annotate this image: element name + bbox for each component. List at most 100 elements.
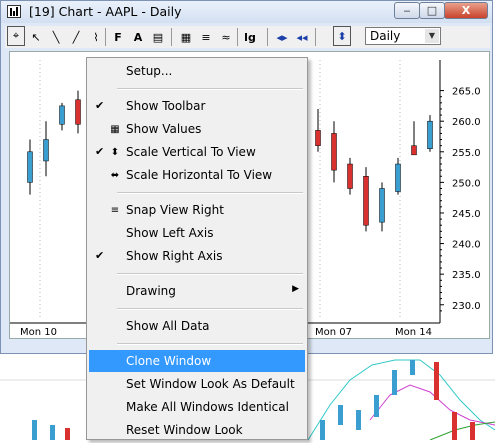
minimize-button[interactable]: ‒	[394, 2, 420, 19]
menu-item-make-all-windows-identical[interactable]: Make All Windows Identical	[89, 396, 305, 418]
checkmark-icon: ✔	[95, 99, 105, 112]
maximize-button[interactable]: □	[419, 2, 445, 19]
candle-body	[43, 139, 49, 162]
snap-right-icon: ≡	[110, 204, 120, 216]
menu-separator	[117, 88, 303, 90]
title-bar[interactable]: [19] Chart - AAPL - Daily ‒ □ X	[1, 1, 492, 23]
chart-toolbar: ⌖ ↖ ╲ ╱ ⌇ F A ▤ ▦ ≡ ≈ lg ◂▸ ◂◂ ⬍ Daily ▼	[5, 26, 490, 48]
minimize-icon: ‒	[403, 4, 411, 17]
bg-candle	[410, 360, 415, 375]
menu-item-clone-window[interactable]: Clone Window	[89, 350, 305, 372]
menu-item-label: Set Window Look As Default	[126, 377, 295, 391]
text-tool-icon[interactable]: A	[129, 28, 147, 46]
scale-horizontal-icon: ⬌	[110, 169, 120, 181]
menu-item-label: Show Left Axis	[126, 226, 214, 240]
y-tick-label: 230.0	[452, 301, 481, 312]
menu-item-label: Reset Window Look	[126, 423, 243, 437]
menu-item-setup[interactable]: Setup...	[89, 60, 305, 82]
menu-item-label: Snap View Right	[126, 203, 224, 217]
bg-candle	[374, 395, 379, 417]
fibonacci-icon[interactable]: F	[109, 28, 127, 46]
menu-item-drawing[interactable]: Drawing ▶	[89, 280, 305, 302]
menu-item-set-window-look-as-default[interactable]: Set Window Look As Default	[89, 373, 305, 395]
toolbar-separator	[171, 28, 172, 46]
menu-separator	[117, 192, 303, 194]
menu-item-scale-vertical-to-view[interactable]: ✔ ⬍ Scale Vertical To View	[89, 141, 305, 163]
y-tick-label: 245.0	[452, 209, 481, 220]
menu-item-snap-view-right[interactable]: ≡ Snap View Right	[89, 199, 305, 221]
candle-body	[363, 176, 369, 226]
bg-candle	[434, 362, 439, 400]
scale-vertical-icon: ⬍	[110, 146, 120, 158]
menu-item-label: Scale Horizontal To View	[126, 168, 273, 182]
menu-item-scale-horizontal-to-view[interactable]: ⬌ Scale Horizontal To View	[89, 164, 305, 186]
menu-item-label: Setup...	[126, 64, 173, 78]
checkmark-icon: ✔	[95, 249, 105, 262]
checkmark-icon: ✔	[95, 145, 105, 158]
toolbar-separator	[267, 28, 268, 46]
bg-ma-line-magenta	[369, 384, 495, 426]
context-menu: Setup... ✔ Show Toolbar ▦ Show Values ✔ ⬍ Scale…	[86, 57, 308, 440]
menu-item-show-right-axis[interactable]: ✔ Show Right Axis	[89, 245, 305, 267]
candle-body	[347, 163, 353, 189]
values-table-icon[interactable]: ▦	[177, 28, 195, 46]
toolbar-separator	[237, 28, 238, 46]
y-tick-label: 235.0	[452, 270, 481, 281]
bg-candle	[50, 425, 55, 440]
y-tick-label: 240.0	[452, 240, 481, 251]
scroll-end-icon[interactable]: ◂◂	[293, 28, 311, 46]
chevron-down-icon[interactable]: ▼	[425, 29, 439, 43]
toolbar-separator	[315, 28, 316, 46]
bg-candle	[320, 420, 325, 440]
x-label-mon07: Mon 07	[315, 327, 352, 338]
menu-item-label: Scale Vertical To View	[126, 145, 256, 159]
menu-item-label: Show Toolbar	[126, 99, 206, 113]
toolbar-separator	[105, 28, 106, 46]
bg-candle	[356, 410, 361, 430]
menu-item-reset-window-look[interactable]: Reset Window Look	[89, 419, 305, 441]
menu-item-show-left-axis[interactable]: Show Left Axis	[89, 222, 305, 244]
note-icon[interactable]: ▤	[149, 28, 167, 46]
menu-item-label: Show Values	[126, 122, 202, 136]
y-tick-label: 260.0	[452, 117, 481, 128]
submenu-arrow-icon: ▶	[292, 284, 299, 294]
close-button[interactable]: X	[444, 2, 488, 19]
interval-value: Daily	[370, 29, 401, 43]
bg-ma-line-cyan	[307, 359, 495, 441]
values-icon: ▦	[110, 123, 120, 135]
bg-candle	[452, 412, 457, 440]
candle-body	[427, 120, 433, 149]
menu-item-show-toolbar[interactable]: ✔ Show Toolbar	[89, 95, 305, 117]
bg-candle	[65, 428, 70, 440]
menu-item-show-all-data[interactable]: Show All Data	[89, 315, 305, 337]
chart-type-icon[interactable]: ≈	[217, 28, 235, 46]
y-tick-label: 250.0	[452, 178, 481, 189]
menu-item-label: Clone Window	[126, 354, 212, 368]
interval-select[interactable]: Daily ▼	[365, 27, 441, 45]
candle-body	[59, 105, 65, 125]
log-scale-icon[interactable]: lg	[241, 28, 259, 46]
y-tick-label: 265.0	[452, 87, 481, 98]
trend-tool-icon[interactable]: ╱	[67, 28, 85, 46]
snap-icon[interactable]: ≡	[197, 28, 215, 46]
candle-body	[315, 130, 321, 146]
y-tick-label: 255.0	[452, 148, 481, 159]
bg-candle	[470, 422, 475, 440]
pointer-icon[interactable]: ↖	[27, 28, 45, 46]
channel-tool-icon[interactable]: ⌇	[87, 28, 105, 46]
scale-vertical-icon[interactable]: ⬍	[333, 26, 351, 46]
crosshair-icon[interactable]: ⌖	[7, 26, 25, 46]
close-icon: X	[461, 4, 471, 17]
menu-separator	[117, 308, 303, 310]
window-title: [19] Chart - AAPL - Daily	[29, 4, 182, 19]
menu-item-show-values[interactable]: ▦ Show Values	[89, 118, 305, 140]
candle-body	[27, 151, 33, 183]
app-chart-icon	[7, 5, 21, 18]
line-tool-icon[interactable]: ╲	[47, 28, 65, 46]
bg-candle	[32, 420, 37, 440]
menu-item-label: Show All Data	[126, 319, 210, 333]
candle-body	[75, 99, 81, 125]
x-label-mon14: Mon 14	[395, 327, 432, 338]
menu-item-label: Show Right Axis	[126, 249, 223, 263]
scroll-left-right-icon[interactable]: ◂▸	[273, 28, 291, 46]
